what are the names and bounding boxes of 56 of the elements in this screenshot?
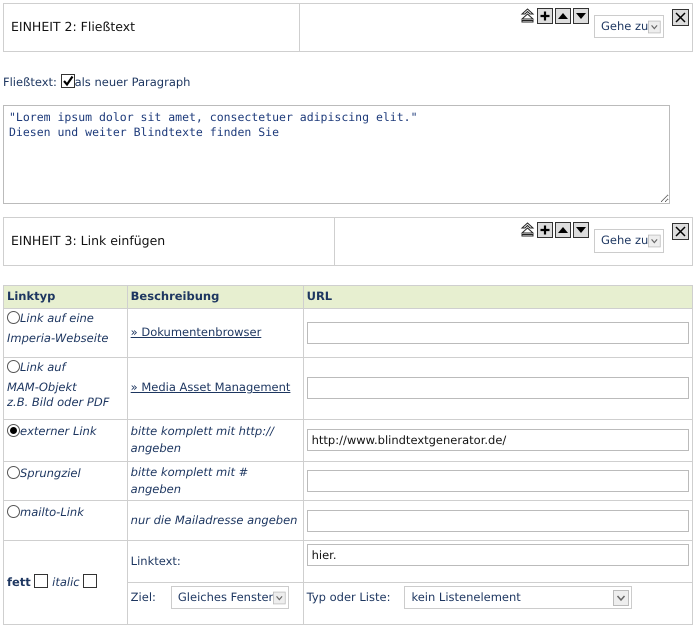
link-type-label: Imperia-Webseite	[7, 331, 110, 346]
italic-checkbox[interactable]	[83, 574, 98, 588]
url-field[interactable]	[306, 510, 689, 532]
paragraph-checkbox[interactable]	[60, 74, 75, 88]
list-type-select[interactable]: kein Listenelement	[404, 586, 632, 610]
caret-icon	[648, 18, 661, 35]
close-icon[interactable]	[672, 223, 689, 240]
url-field[interactable]	[306, 322, 689, 344]
collapse-icon[interactable]	[520, 8, 535, 23]
move-up-icon[interactable]	[555, 222, 571, 238]
move-down-icon[interactable]	[573, 222, 589, 238]
column-header: Linktyp	[4, 286, 128, 308]
link-type-label: MAM-Objekt	[7, 380, 78, 396]
column-header: Beschreibung	[127, 286, 304, 308]
field-label: Typ oder Liste:	[306, 589, 390, 606]
bold-checkbox[interactable]	[34, 574, 48, 588]
goto-select[interactable]: Gehe zu	[594, 15, 664, 38]
caret-icon	[613, 590, 630, 606]
goto-select[interactable]: Gehe zu	[594, 229, 664, 252]
link-type-label: Link auf eine	[20, 310, 94, 324]
radio-button[interactable]	[7, 466, 20, 478]
description-text: bitte komplett mit # angeben	[130, 464, 248, 496]
column-header: URL	[303, 286, 692, 308]
field-label: Ziel:	[130, 589, 156, 606]
radio-button[interactable]	[7, 505, 20, 518]
url-field[interactable]	[306, 470, 689, 492]
url-field[interactable]	[306, 377, 689, 399]
move-up-icon[interactable]	[555, 8, 571, 24]
unit-title: EINHEIT 3: Link einfügen	[11, 232, 166, 250]
close-icon[interactable]	[672, 9, 689, 26]
move-down-icon[interactable]	[573, 8, 589, 24]
add-icon[interactable]	[537, 8, 553, 24]
collapse-icon[interactable]	[520, 222, 535, 238]
caret-icon	[648, 232, 661, 249]
radio-button[interactable]	[7, 424, 20, 436]
text-area[interactable]: "Lorem ipsum dolor sit amet, consectetuer adipiscing elit." Diesen und weiter Blindtexte finden Sie	[3, 105, 670, 204]
link-text-field[interactable]: hier.	[306, 544, 689, 566]
field-label: Fließtext:	[3, 75, 57, 89]
link-type-label: Link auf	[20, 360, 66, 374]
description-text: bitte komplett mit http:// angeben	[130, 424, 274, 455]
link-type-label: Sprungziel	[20, 466, 81, 480]
target-select[interactable]: Gleiches Fenster	[170, 586, 289, 610]
bold-label: fett	[7, 574, 31, 589]
add-icon[interactable]	[537, 222, 553, 238]
radio-button[interactable]	[7, 360, 20, 372]
link-type-label: mailto-Link	[20, 505, 84, 519]
link-type-label: externer Link	[20, 424, 96, 438]
url-field[interactable]: http://www.blindtextgenerator.de/	[306, 429, 689, 451]
checkbox-label: als neuer Paragraph	[74, 75, 190, 89]
link-type-label: z.B. Bild oder PDF	[7, 395, 110, 410]
field-label: Linktext:	[130, 554, 181, 568]
unit-title: EINHEIT 2: Fließtext	[11, 18, 136, 36]
caret-icon	[273, 590, 286, 606]
radio-button[interactable]	[7, 310, 20, 324]
description-text: nur die Mailadresse angeben	[130, 512, 298, 527]
italic-label: italic	[52, 574, 80, 589]
